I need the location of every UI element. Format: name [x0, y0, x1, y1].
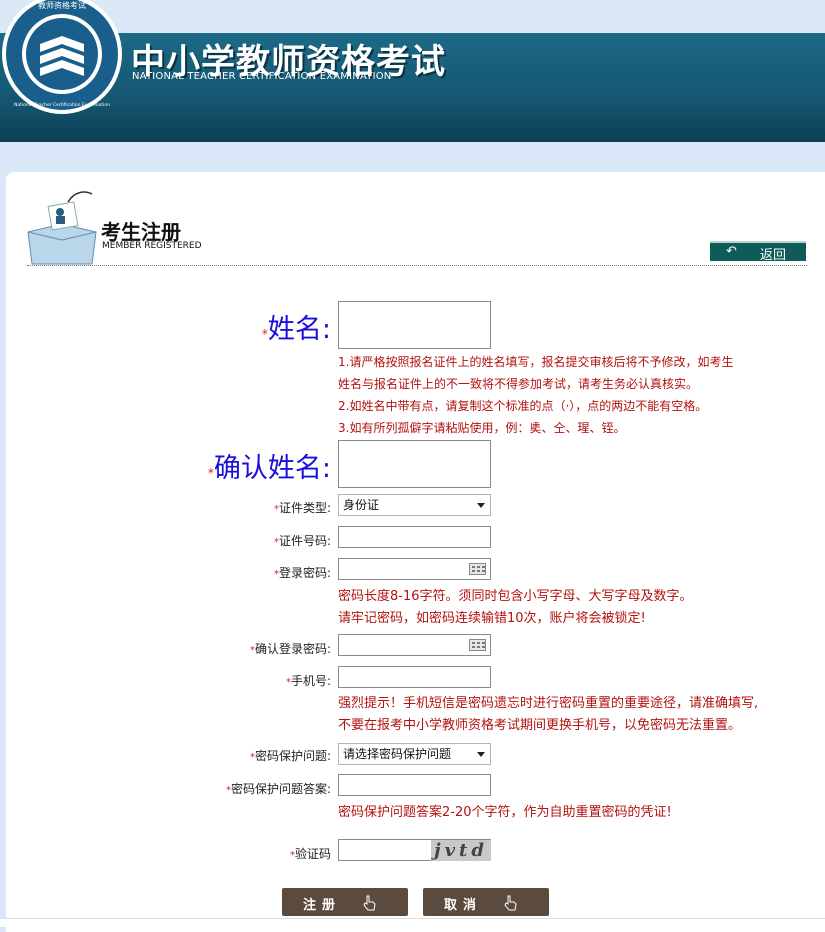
security-question-label-text: 密码保护问题: [254, 749, 331, 763]
logo-ring-text: National Teacher Certification Examinati… [14, 102, 110, 108]
name-note-line: 2.如姓名中带有点，请复制这个标准的点（·），点的两边不能有空格。 [338, 399, 708, 413]
security-question-label: *密码保护问题: [250, 747, 331, 764]
security-answer-input[interactable] [338, 774, 491, 796]
password-input[interactable] [338, 558, 491, 580]
phone-note-line: 强烈提示！手机短信是密码遗忘时进行密码重置的重要途径，请准确填写, [338, 696, 759, 711]
section-divider [27, 265, 807, 266]
id-number-label: *证件号码: [274, 532, 331, 549]
pointer-hand-icon [363, 895, 376, 911]
keyboard-icon[interactable] [469, 563, 486, 575]
confirm-name-label: *确认姓名: [208, 446, 331, 485]
register-button[interactable]: 注册 [282, 888, 408, 916]
security-answer-note: 密码保护问题答案2-20个字符，作为自助重置密码的凭证! [338, 805, 672, 820]
back-button-label: 返回 [760, 248, 787, 263]
site-subtitle: NATIONAL TEACHER CERTIFICATION EXAMINATI… [132, 71, 392, 82]
dropdown-arrow-icon [477, 752, 485, 757]
keyboard-icon[interactable] [469, 639, 486, 651]
captcha-label-text: 验证码 [294, 847, 331, 861]
id-type-label-text: 证件类型: [278, 501, 331, 515]
id-type-label: *证件类型: [274, 499, 331, 516]
teacher-exam-logo: 教师资格考试 National Teacher Certification Ex… [2, 0, 122, 114]
confirm-password-input[interactable] [338, 634, 491, 656]
name-input[interactable] [338, 301, 491, 349]
id-number-input[interactable] [338, 526, 491, 548]
phone-label-text: 手机号: [290, 674, 331, 688]
name-note-line: 1.请严格按照报名证件上的姓名填写，报名提交审核后将不予修改，如考生 [338, 355, 734, 369]
back-arrow-icon: ↶ [726, 244, 737, 259]
password-notes: 密码长度8-16字符。须同时包含小写字母、大写字母及数字。 请牢记密码，如密码连… [338, 586, 693, 630]
captcha-label: *验证码 [290, 845, 331, 862]
name-notes: 1.请严格按照报名证件上的姓名填写，报名提交审核后将不予修改，如考生 姓名与报名… [338, 351, 733, 439]
captcha-image[interactable]: jvtd [431, 840, 491, 861]
security-question-value: 请选择密码保护问题 [343, 747, 452, 761]
phone-note-line: 不要在报考中小学教师资格考试期间更换手机号，以免密码无法重置。 [338, 718, 742, 733]
dropdown-arrow-icon [477, 503, 485, 508]
security-answer-label: *密码保护问题答案: [226, 780, 331, 797]
password-note-line: 密码长度8-16字符。须同时包含小写字母、大写字母及数字。 [338, 589, 693, 604]
id-card-icon [27, 191, 97, 265]
confirm-name-input[interactable] [338, 440, 491, 488]
password-label-text: 登录密码: [278, 566, 331, 580]
name-label: *姓名: [262, 307, 331, 346]
confirm-password-label: *确认登录密码: [250, 640, 331, 657]
pointer-hand-icon [504, 895, 517, 911]
phone-input[interactable] [338, 666, 491, 688]
id-type-select[interactable]: 身份证 [338, 494, 491, 516]
logo-text: 教师资格考试 [38, 0, 86, 10]
back-button[interactable]: ↶ 返回 [710, 241, 806, 263]
password-note-line: 请牢记密码，如密码连续输错10次，账户将会被锁定! [338, 611, 646, 626]
id-number-label-text: 证件号码: [278, 534, 331, 548]
name-note-line: 3.如有所列孤僻字请粘贴使用，例：奊、仝、瑆、铚。 [338, 421, 626, 435]
confirm-password-label-text: 确认登录密码: [254, 642, 331, 656]
phone-label: *手机号: [286, 672, 331, 689]
password-label: *登录密码: [274, 564, 331, 581]
register-button-label: 注册 [302, 898, 341, 913]
name-note-line: 姓名与报名证件上的不一致将不得参加考试，请考生务必认真核实。 [338, 377, 699, 391]
confirm-name-label-text: 确认姓名: [213, 453, 331, 484]
name-label-text: 姓名: [267, 314, 331, 345]
security-question-select[interactable]: 请选择密码保护问题 [338, 743, 491, 765]
id-type-value: 身份证 [343, 498, 380, 512]
security-answer-label-text: 密码保护问题答案: [230, 782, 331, 796]
site-header: 教师资格考试 National Teacher Certification Ex… [0, 0, 825, 142]
section-subtitle: MEMBER REGISTERED [102, 241, 202, 251]
cancel-button[interactable]: 取消 [423, 888, 549, 916]
cancel-button-label: 取消 [443, 898, 482, 913]
phone-notes: 强烈提示！手机短信是密码遗忘时进行密码重置的重要途径，请准确填写, 不要在报考中… [338, 693, 758, 737]
